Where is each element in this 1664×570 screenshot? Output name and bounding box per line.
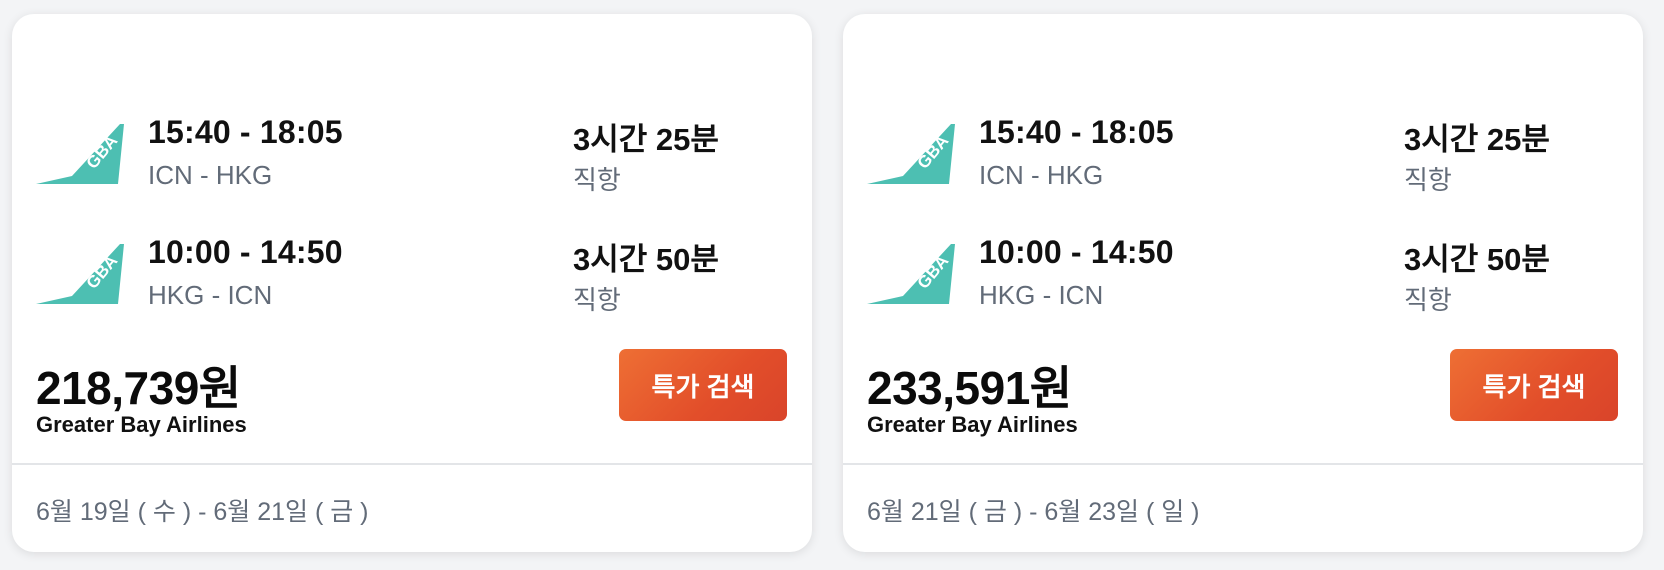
flight-route: HKG - ICN: [979, 280, 1104, 310]
travel-dates: 6월 19일 ( 수 ) - 6월 21일 ( 금 ): [36, 498, 369, 526]
flight-times: 15:40 - 18:05: [148, 114, 343, 150]
outbound-leg: GBA 15:40 - 18:05 ICN - HKG 3시간 25분 직항: [843, 114, 1643, 204]
airline-tail-logo-icon: GBA: [36, 244, 124, 304]
return-leg: GBA 10:00 - 14:50 HKG - ICN 3시간 50분 직항: [843, 234, 1643, 324]
airline-tail-logo-icon: GBA: [867, 244, 955, 304]
flight-route: HKG - ICN: [148, 280, 273, 310]
flight-deal-card[interactable]: GBA 15:40 - 18:05 ICN - HKG 3시간 25분 직항 G…: [12, 14, 812, 552]
flight-stops: 직항: [573, 165, 621, 195]
deal-search-button[interactable]: 특가 검색: [1450, 349, 1618, 421]
flight-route: ICN - HKG: [148, 160, 273, 190]
flight-duration: 3시간 25분: [1404, 122, 1550, 157]
travel-dates: 6월 21일 ( 금 ) - 6월 23일 ( 일 ): [867, 498, 1200, 526]
flight-deal-card[interactable]: GBA 15:40 - 18:05 ICN - HKG 3시간 25분 직항 G…: [843, 14, 1643, 552]
airline-name: Greater Bay Airlines: [867, 412, 1078, 437]
return-leg: GBA 10:00 - 14:50 HKG - ICN 3시간 50분 직항: [12, 234, 812, 324]
flight-stops: 직항: [573, 285, 621, 315]
airline-name: Greater Bay Airlines: [36, 412, 247, 437]
flight-duration: 3시간 50분: [573, 242, 719, 277]
airline-tail-logo-icon: GBA: [36, 124, 124, 184]
deal-search-button[interactable]: 특가 검색: [619, 349, 787, 421]
airline-tail-logo-icon: GBA: [867, 124, 955, 184]
flight-times: 15:40 - 18:05: [979, 114, 1174, 150]
flight-duration: 3시간 25분: [573, 122, 719, 157]
flight-duration: 3시간 50분: [1404, 242, 1550, 277]
flight-stops: 직항: [1404, 285, 1452, 315]
deal-price: 233,591원: [867, 362, 1072, 414]
flight-times: 10:00 - 14:50: [979, 234, 1174, 270]
card-divider: [12, 463, 812, 465]
card-divider: [843, 463, 1643, 465]
outbound-leg: GBA 15:40 - 18:05 ICN - HKG 3시간 25분 직항: [12, 114, 812, 204]
flight-stops: 직항: [1404, 165, 1452, 195]
deal-price: 218,739원: [36, 362, 241, 414]
flight-times: 10:00 - 14:50: [148, 234, 343, 270]
flight-deals-list: GBA 15:40 - 18:05 ICN - HKG 3시간 25분 직항 G…: [0, 0, 1664, 570]
flight-route: ICN - HKG: [979, 160, 1104, 190]
